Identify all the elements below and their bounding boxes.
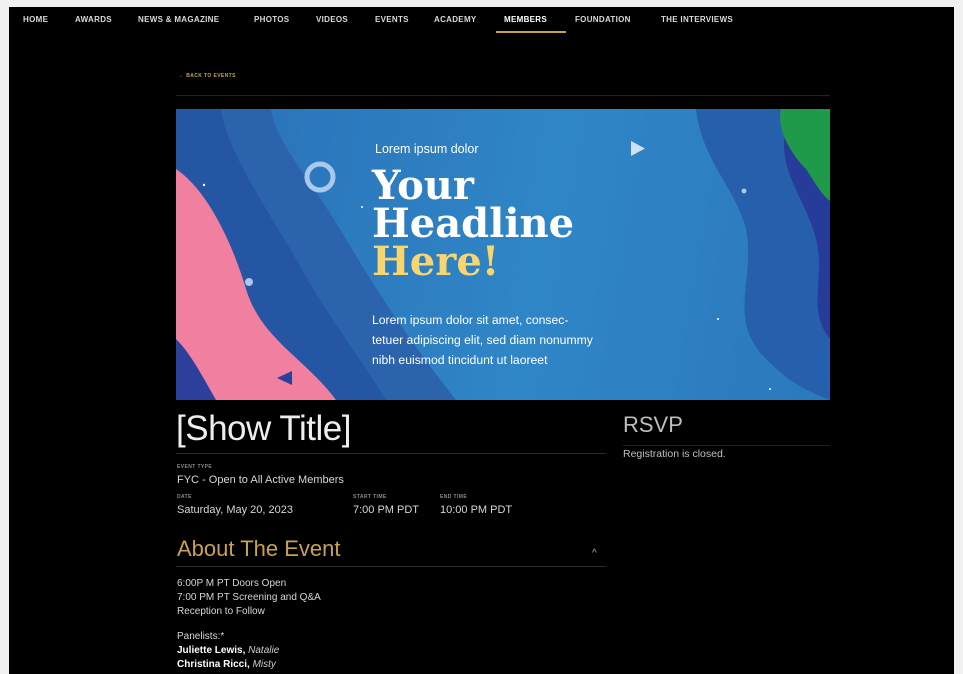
panelist-name: Christina Ricci, — [177, 659, 250, 670]
schedule-line: 6:00P M PT Doors Open — [177, 578, 287, 589]
chevron-up-icon[interactable]: ^ — [592, 548, 597, 559]
banner-body: Lorem ipsum dolor sit amet, consec- tetu… — [372, 310, 647, 370]
ring-decoration — [304, 161, 336, 193]
show-title: [Show Title] — [176, 409, 351, 448]
panelist-role: Natalie — [248, 645, 280, 656]
nav-videos[interactable]: VIDEOS — [316, 15, 348, 24]
rsvp-status: Registration is closed. — [623, 448, 726, 460]
nav-foundation[interactable]: FOUNDATION — [575, 15, 631, 24]
play-triangle-decoration — [631, 141, 645, 156]
nav-members[interactable]: MEMBERS — [504, 15, 547, 24]
banner-headline: Your Headline Here! — [372, 166, 574, 285]
nav-photos[interactable]: PHOTOS — [254, 15, 289, 24]
top-nav: HOME AWARDS NEWS & MAGAZINE PHOTOS VIDEO… — [9, 7, 954, 39]
panelist-item: Christina Ricci, Misty — [177, 659, 276, 670]
nav-home[interactable]: HOME — [23, 15, 48, 24]
banner-body-line: Lorem ipsum dolor sit amet, consec- — [372, 313, 569, 327]
back-to-events-label: ← BACK TO EVENTS — [179, 73, 236, 79]
divider — [176, 95, 830, 96]
nav-academy[interactable]: ACADEMY — [434, 15, 477, 24]
start-time-label: START TIME — [353, 494, 387, 500]
page-frame: HOME AWARDS NEWS & MAGAZINE PHOTOS VIDEO… — [9, 7, 954, 674]
date-label: DATE — [177, 494, 192, 500]
date-value: Saturday, May 20, 2023 — [177, 504, 293, 516]
about-section-title: About The Event — [177, 536, 341, 561]
banner-body-line: nibh euismod tincidunt ut laoreet — [372, 353, 548, 367]
rsvp-title: RSVP — [623, 412, 683, 437]
nav-news-magazine[interactable]: NEWS & MAGAZINE — [138, 15, 219, 24]
banner-kicker: Lorem ipsum dolor — [375, 142, 479, 156]
end-time-value: 10:00 PM PDT — [440, 504, 513, 516]
schedule-line: Reception to Follow — [177, 606, 265, 617]
panelist-item: Juliette Lewis, Natalie — [177, 645, 279, 656]
divider — [623, 445, 830, 446]
event-type-label: EVENT TYPE — [177, 464, 213, 470]
nav-the-interviews[interactable]: THE INTERVIEWS — [661, 15, 733, 24]
nav-awards[interactable]: AWARDS — [75, 15, 112, 24]
panelist-role: Misty — [252, 659, 276, 670]
nav-events[interactable]: EVENTS — [375, 15, 409, 24]
divider — [176, 566, 606, 567]
panelists-label: Panelists:* — [177, 631, 225, 642]
headline-line-3: Here! — [372, 238, 500, 285]
nav-active-indicator — [496, 31, 566, 33]
banner-body-line: tetuer adipiscing elit, sed diam nonummy — [372, 333, 593, 347]
event-banner: Lorem ipsum dolor Your Headline Here! Lo… — [176, 109, 830, 400]
panelist-name: Juliette Lewis, — [177, 645, 246, 656]
start-time-value: 7:00 PM PDT — [353, 504, 420, 516]
end-time-label: END TIME — [440, 494, 468, 500]
divider — [176, 453, 606, 454]
schedule-line: 7:00 PM PT Screening and Q&A — [177, 592, 321, 603]
back-to-events-link[interactable]: ← BACK TO EVENTS — [179, 73, 236, 79]
event-type-value: FYC - Open to All Active Members — [177, 474, 344, 486]
